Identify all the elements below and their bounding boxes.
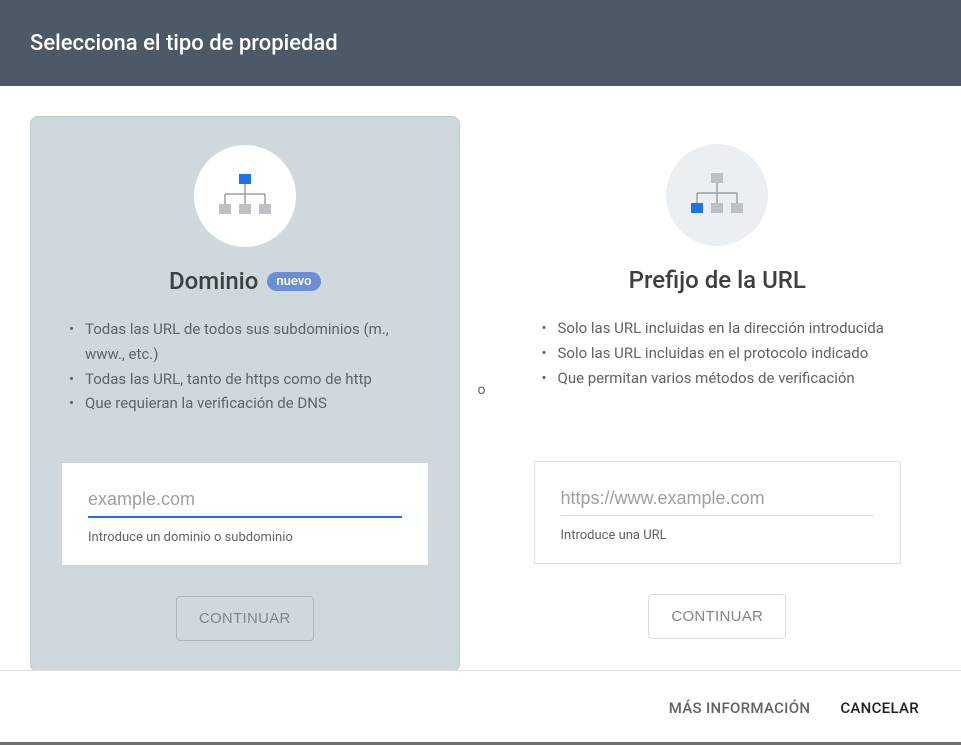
more-info-link[interactable]: MÁS INFORMACIÓN bbox=[669, 699, 811, 717]
url-prefix-property-card[interactable]: Prefijo de la URL Solo las URL incluidas… bbox=[504, 116, 932, 669]
dialog-title: Selecciona el tipo de propiedad bbox=[30, 31, 338, 56]
list-item: Solo las URL incluidas en la dirección i… bbox=[534, 316, 902, 341]
url-title: Prefijo de la URL bbox=[629, 266, 806, 294]
domain-property-card[interactable]: Dominio nuevo Todas las URL de todos sus… bbox=[30, 116, 460, 670]
dialog-header: Selecciona el tipo de propiedad bbox=[0, 0, 961, 86]
url-input[interactable] bbox=[561, 484, 875, 516]
url-icon-circle bbox=[666, 144, 768, 246]
cancel-button[interactable]: CANCELAR bbox=[840, 699, 919, 717]
list-item: Que requieran la verificación de DNS bbox=[61, 391, 429, 416]
domain-input[interactable] bbox=[88, 485, 402, 518]
list-item: Todas las URL, tanto de https como de ht… bbox=[61, 367, 429, 392]
or-divider: o bbox=[460, 116, 504, 664]
url-bullets: Solo las URL incluidas en la dirección i… bbox=[534, 316, 902, 431]
domain-continue-button[interactable]: CONTINUAR bbox=[176, 596, 314, 641]
url-title-row: Prefijo de la URL bbox=[629, 266, 806, 294]
url-input-helper: Introduce una URL bbox=[561, 528, 875, 543]
sitemap-icon bbox=[217, 174, 273, 218]
dialog-footer: MÁS INFORMACIÓN CANCELAR bbox=[0, 670, 961, 745]
list-item: Todas las URL de todos sus subdominios (… bbox=[61, 317, 429, 367]
list-item: Solo las URL incluidas en el protocolo i… bbox=[534, 341, 902, 366]
cards-row: Dominio nuevo Todas las URL de todos sus… bbox=[0, 86, 961, 670]
url-continue-button[interactable]: CONTINUAR bbox=[648, 594, 786, 639]
url-input-box: Introduce una URL bbox=[534, 461, 902, 564]
domain-title: Dominio bbox=[169, 267, 258, 295]
new-badge: nuevo bbox=[267, 272, 320, 291]
domain-input-box: Introduce un dominio o subdominio bbox=[61, 462, 429, 566]
domain-title-row: Dominio nuevo bbox=[169, 267, 320, 295]
content-scroll[interactable]: Dominio nuevo Todas las URL de todos sus… bbox=[0, 86, 961, 670]
domain-icon-circle bbox=[194, 145, 296, 247]
sitemap-branch-icon bbox=[689, 173, 745, 217]
list-item: Que permitan varios métodos de verificac… bbox=[534, 366, 902, 391]
domain-bullets: Todas las URL de todos sus subdominios (… bbox=[61, 317, 429, 432]
domain-input-helper: Introduce un dominio o subdominio bbox=[88, 530, 402, 545]
